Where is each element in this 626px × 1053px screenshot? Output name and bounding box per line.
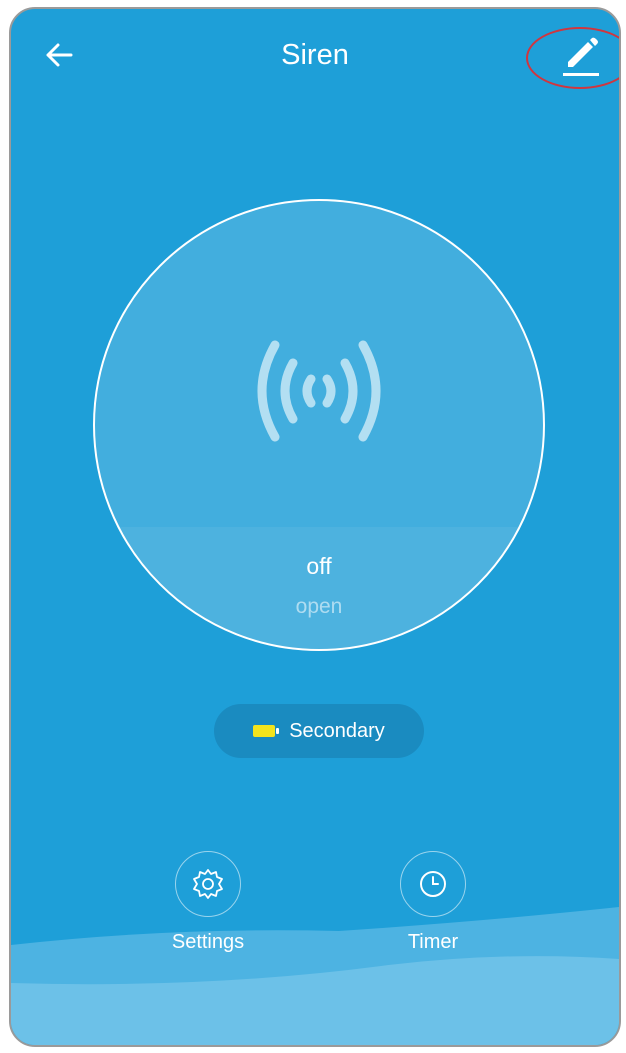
siren-substate-text: open xyxy=(295,595,343,618)
pencil-icon xyxy=(563,37,599,76)
decorative-waves xyxy=(11,907,619,1045)
page-title: Siren xyxy=(281,39,349,71)
battery-icon xyxy=(253,725,280,737)
gear-icon xyxy=(193,869,223,899)
timer-button[interactable]: Timer xyxy=(373,851,493,954)
battery-label: Secondary xyxy=(289,719,385,742)
settings-label: Settings xyxy=(171,931,245,953)
settings-button[interactable]: Settings xyxy=(148,851,268,954)
edit-button[interactable] xyxy=(559,35,603,79)
siren-icon xyxy=(257,340,381,442)
battery-status-pill: Secondary xyxy=(214,704,424,758)
timer-label: Timer xyxy=(407,931,459,953)
siren-toggle-dial[interactable]: off open xyxy=(93,199,545,651)
timer-icon-circle xyxy=(400,851,466,917)
device-screen: Siren off open Secondary Settings Timer xyxy=(9,7,621,1047)
app-header: Siren xyxy=(11,9,619,109)
dial-status-area xyxy=(95,527,543,649)
settings-icon-circle xyxy=(175,851,241,917)
siren-state-text: off xyxy=(306,553,332,579)
clock-icon xyxy=(420,871,446,897)
